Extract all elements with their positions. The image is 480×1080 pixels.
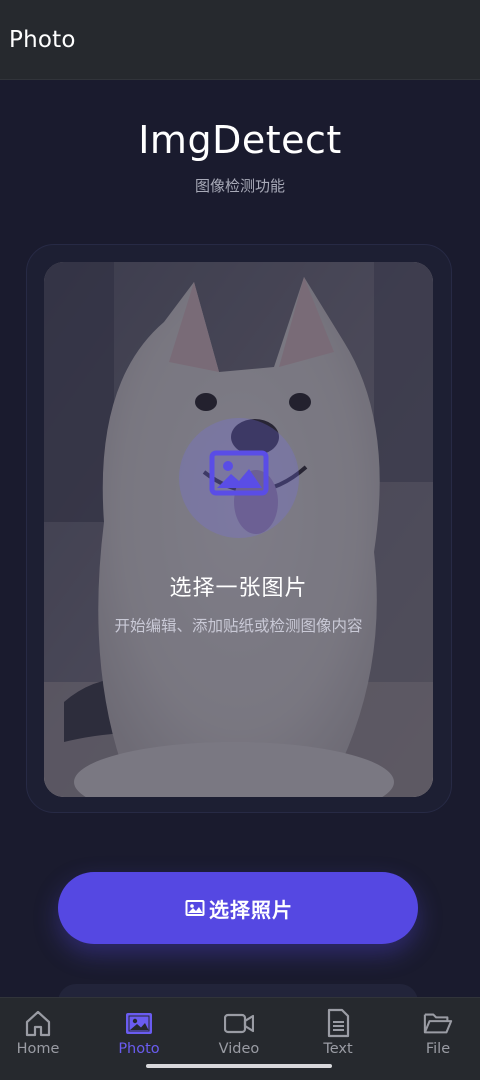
hero-title: ImgDetect: [138, 118, 342, 162]
select-photo-label: 选择照片: [209, 897, 293, 922]
nav-label-video: Video: [218, 1041, 260, 1057]
image-picker-card[interactable]: 选择一张图片 开始编辑、添加贴纸或检测图像内容: [44, 262, 433, 797]
nav-item-photo[interactable]: Photo: [91, 998, 187, 1068]
document-icon: [327, 1008, 350, 1038]
app-bar: Photo: [0, 0, 480, 80]
nav-label-file: File: [425, 1041, 451, 1057]
folder-icon: [423, 1013, 453, 1034]
home-indicator[interactable]: [146, 1064, 332, 1068]
nav-item-file[interactable]: File: [390, 998, 480, 1068]
image-icon: [209, 450, 269, 496]
image-icon: [185, 900, 205, 916]
nav-label-photo: Photo: [118, 1041, 160, 1057]
picker-card-title: 选择一张图片: [169, 576, 308, 601]
home-icon: [25, 1010, 51, 1037]
video-camera-icon: [224, 1013, 254, 1034]
nav-item-home[interactable]: Home: [0, 998, 86, 1068]
nav-item-video[interactable]: Video: [191, 998, 287, 1068]
image-icon-badge: [179, 418, 299, 538]
image-icon: [126, 1013, 152, 1034]
select-photo-button[interactable]: 选择照片: [58, 872, 418, 944]
hero-subtitle: 图像检测功能: [194, 177, 285, 195]
nav-label-text: Text: [323, 1041, 353, 1057]
picker-card-subtitle: 开始编辑、添加贴纸或检测图像内容: [114, 617, 363, 635]
nav-label-home: Home: [16, 1041, 60, 1057]
nav-item-text[interactable]: Text: [290, 998, 386, 1068]
app-bar-title: Photo: [9, 27, 76, 53]
